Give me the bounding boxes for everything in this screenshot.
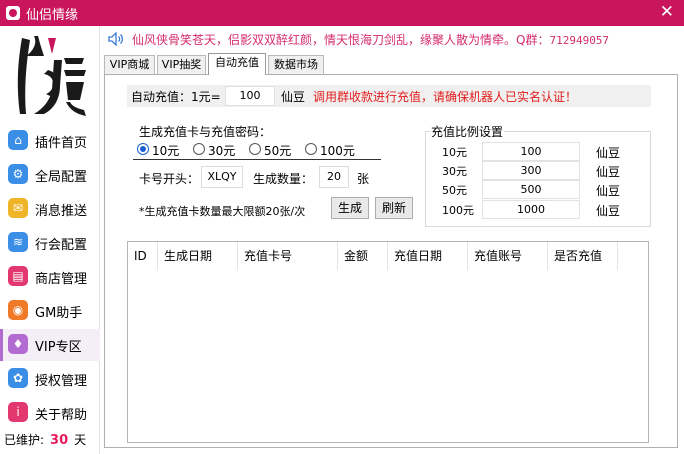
count-input[interactable]: 20 bbox=[319, 166, 349, 188]
column-header-recharge-date[interactable]: 充值日期 bbox=[388, 242, 468, 270]
window-title: 仙侣情缘 bbox=[26, 8, 79, 23]
ratio-value-input[interactable]: 300 bbox=[482, 161, 580, 180]
refresh-button[interactable]: 刷新 bbox=[375, 197, 413, 219]
sidebar-item-label: 商店管理 bbox=[35, 272, 88, 287]
column-header-is-recharged[interactable]: 是否充值 bbox=[548, 242, 618, 270]
radio-dot bbox=[305, 143, 317, 155]
sidebar-item-home[interactable]: ⌂ 插件首页 bbox=[0, 125, 100, 157]
recharge-rate-unit: 仙豆 bbox=[281, 90, 306, 104]
logo-icon bbox=[4, 30, 96, 122]
sidebar-item-label: 关于帮助 bbox=[35, 408, 88, 423]
ratio-row: 10元 100 仙豆 bbox=[426, 142, 652, 161]
sidebar-item-message-push[interactable]: ✉ 消息推送 bbox=[0, 193, 100, 225]
tab-data-market[interactable]: 数据市场 bbox=[268, 55, 324, 75]
radio-label: 100元 bbox=[320, 144, 355, 158]
sidebar-item-help[interactable]: i 关于帮助 bbox=[0, 397, 100, 429]
ratio-value-input[interactable]: 1000 bbox=[482, 200, 580, 219]
sidebar: ⌂ 插件首页 ⚙ 全局配置 ✉ 消息推送 ≋ 行会配置 ▤ 商店管理 ◉ GM助… bbox=[0, 26, 100, 454]
sidebar-item-label: 行会配置 bbox=[35, 238, 88, 253]
help-icon: i bbox=[8, 402, 28, 422]
radio-label: 50元 bbox=[264, 144, 292, 158]
gm-icon: ◉ bbox=[8, 300, 28, 320]
radio-label: 30元 bbox=[208, 144, 236, 158]
ratio-settings-group: 充值比例设置 10元 100 仙豆 30元 300 仙豆 50元 500 仙豆 … bbox=[425, 123, 652, 227]
radio-dot bbox=[193, 143, 205, 155]
home-icon: ⌂ bbox=[8, 130, 28, 150]
ratio-unit: 仙豆 bbox=[596, 146, 621, 160]
column-header-amount[interactable]: 金额 bbox=[338, 242, 388, 270]
sidebar-item-guild-config[interactable]: ≋ 行会配置 bbox=[0, 227, 100, 259]
close-button[interactable]: ✕ bbox=[660, 2, 674, 22]
generate-card-group: 生成充值卡与充值密码： 10元 30元 50元 100元 卡号开头： XLQY … bbox=[133, 123, 413, 227]
ratio-unit: 仙豆 bbox=[596, 184, 621, 198]
tab-vip-lottery[interactable]: VIP抽奖 bbox=[157, 55, 206, 75]
vip-icon: ♦ bbox=[8, 334, 28, 354]
table-header: ID 生成日期 充值卡号 金额 充值日期 充值账号 是否充值 bbox=[128, 242, 648, 270]
column-header-card-no[interactable]: 充值卡号 bbox=[238, 242, 338, 270]
generate-caption: 生成充值卡与充值密码： bbox=[139, 125, 272, 139]
maintenance-days: 30 bbox=[50, 433, 69, 448]
tab-vip-shop[interactable]: VIP商城 bbox=[104, 55, 155, 75]
realname-warning: 调用群收款进行充值，请确保机器人已实名认证！ bbox=[313, 90, 578, 104]
announcement-body: 仙风侠骨笑苍天，侣影双双醉红颜，情天恨海刀剑乱，缘聚人散为情牵。Q群： bbox=[132, 33, 550, 47]
auto-recharge-panel: 自动充值：1元= 100 仙豆 调用群收款进行充值，请确保机器人已实名认证！ 生… bbox=[104, 74, 678, 448]
sidebar-item-vip[interactable]: ♦ VIP专区 bbox=[0, 329, 100, 361]
column-header-id[interactable]: ID bbox=[128, 242, 158, 270]
ratio-value-input[interactable]: 500 bbox=[482, 180, 580, 199]
title-bar: 仙侣情缘 ✕ bbox=[0, 0, 684, 26]
ratio-amount: 100元 bbox=[442, 204, 474, 217]
radio-dot bbox=[249, 143, 261, 155]
sidebar-item-license[interactable]: ✿ 授权管理 bbox=[0, 363, 100, 395]
ratio-value-input[interactable]: 100 bbox=[482, 142, 580, 161]
app-icon bbox=[6, 6, 20, 20]
speaker-icon bbox=[108, 32, 124, 46]
ratio-caption: 充值比例设置 bbox=[430, 123, 505, 140]
recharge-rate-label: 自动充值：1元= bbox=[131, 90, 221, 104]
card-prefix-label: 卡号开头： bbox=[139, 172, 200, 186]
maintenance-suffix: 天 bbox=[74, 433, 87, 447]
layers-icon: ≋ bbox=[8, 232, 28, 252]
sidebar-item-label: 消息推送 bbox=[35, 204, 88, 219]
card-prefix-input[interactable]: XLQY bbox=[201, 166, 243, 188]
sidebar-item-shop[interactable]: ▤ 商店管理 bbox=[0, 261, 100, 293]
settings-icon: ⚙ bbox=[8, 164, 28, 184]
tab-auto-recharge[interactable]: 自动充值 bbox=[208, 53, 266, 75]
license-icon: ✿ bbox=[8, 368, 28, 388]
column-header-account[interactable]: 充值账号 bbox=[468, 242, 548, 270]
limit-note: *生成充值卡数量最大限额20张/次 bbox=[139, 205, 306, 218]
shop-icon: ▤ bbox=[8, 266, 28, 286]
maintenance-prefix: 已维护: bbox=[4, 433, 45, 447]
sidebar-item-label: VIP专区 bbox=[35, 340, 82, 355]
radio-dot bbox=[137, 143, 149, 155]
ratio-amount: 30元 bbox=[442, 165, 467, 178]
announcement-qq: 712949057 bbox=[549, 34, 610, 47]
recharge-rate-input[interactable]: 100 bbox=[225, 86, 275, 106]
announcement-text: 仙风侠骨笑苍天，侣影双双醉红颜，情天恨海刀剑乱，缘聚人散为情牵。Q群：71294… bbox=[132, 31, 609, 48]
sidebar-item-label: 全局配置 bbox=[35, 170, 88, 185]
sidebar-item-label: 插件首页 bbox=[35, 136, 88, 151]
ratio-row: 100元 1000 仙豆 bbox=[426, 200, 652, 219]
count-unit: 张 bbox=[357, 172, 370, 186]
ratio-row: 30元 300 仙豆 bbox=[426, 161, 652, 180]
maintenance-counter: 已维护: 30 天 bbox=[4, 431, 86, 448]
sidebar-item-label: GM助手 bbox=[35, 306, 83, 321]
ratio-row: 50元 500 仙豆 bbox=[426, 180, 652, 199]
sidebar-item-global-config[interactable]: ⚙ 全局配置 bbox=[0, 159, 100, 191]
ratio-unit: 仙豆 bbox=[596, 165, 621, 179]
sidebar-item-gm-helper[interactable]: ◉ GM助手 bbox=[0, 295, 100, 327]
ratio-unit: 仙豆 bbox=[596, 204, 621, 218]
sidebar-item-label: 授权管理 bbox=[35, 374, 88, 389]
radio-label: 10元 bbox=[152, 144, 180, 158]
column-header-created[interactable]: 生成日期 bbox=[158, 242, 238, 270]
recharge-card-table[interactable]: ID 生成日期 充值卡号 金额 充值日期 充值账号 是否充值 bbox=[127, 241, 649, 443]
divider bbox=[133, 159, 381, 160]
message-icon: ✉ bbox=[8, 198, 28, 218]
announcement-bar: 仙风侠骨笑苍天，侣影双双醉红颜，情天恨海刀剑乱，缘聚人散为情牵。Q群：71294… bbox=[104, 28, 680, 50]
generate-button[interactable]: 生成 bbox=[331, 197, 369, 219]
recharge-rate-row: 自动充值：1元= 100 仙豆 调用群收款进行充值，请确保机器人已实名认证！ bbox=[127, 85, 651, 107]
ratio-amount: 10元 bbox=[442, 146, 467, 159]
count-label: 生成数量： bbox=[253, 172, 314, 186]
ratio-amount: 50元 bbox=[442, 184, 467, 197]
